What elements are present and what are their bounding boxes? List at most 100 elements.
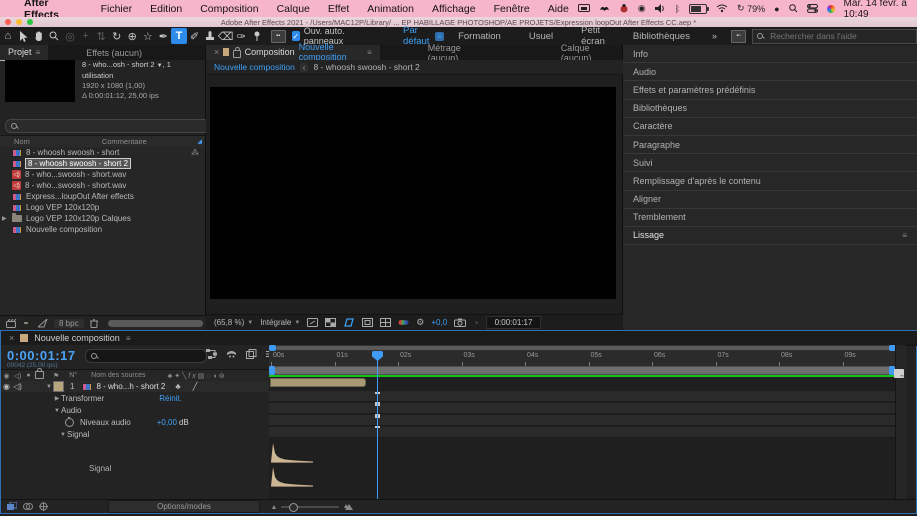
waveform-group-label[interactable]: Signal [67,430,89,439]
menu-fichier[interactable]: Fichier [92,3,142,15]
pan-behind-tool-icon[interactable]: ⊕ [125,28,141,44]
eraser-tool-icon[interactable]: ⌫ [218,28,234,44]
toggle-in-out-icon[interactable] [39,502,48,511]
panel-menu-icon[interactable]: ≡ [902,231,907,240]
zoom-in-mountain-icon[interactable] [345,504,353,510]
puppet-pin-tool-icon[interactable] [249,28,265,44]
spotlight-icon[interactable] [789,4,798,13]
control-center-icon[interactable] [807,4,818,13]
pen-tool-icon[interactable]: ✒ [156,28,172,44]
battery-icon[interactable] [689,4,707,14]
layer-quality-switch[interactable]: ╱ [193,382,198,391]
sidebar-panel-audio[interactable]: Audio [623,63,917,81]
clone-stamp-tool-icon[interactable] [202,28,218,44]
menu-affichage[interactable]: Affichage [423,3,485,15]
exposure-value[interactable]: +0,0 [431,318,447,327]
work-area-bar[interactable] [269,366,906,375]
workspace-overflow-chevron[interactable]: » [712,31,717,41]
timeline-tab-label[interactable]: Nouvelle composition [34,333,120,343]
layer-name[interactable]: 8 - who...h - short 2 [96,382,165,391]
project-item[interactable]: 8 - whoosh swoosh - short 2 [0,158,205,169]
panel-menu-icon[interactable]: ≡ [367,48,372,57]
stopwatch-icon[interactable] [65,418,74,427]
tab-metrage[interactable]: Métrage (aucun) [420,45,493,60]
sidebar-panel-paragraphe[interactable]: Paragraphe [623,136,917,154]
project-horizontal-scrollbar[interactable] [108,320,203,327]
composition-tab-target[interactable]: Nouvelle composition [299,42,363,62]
column-number[interactable]: N° [69,372,77,379]
audio-twirl-icon[interactable]: ▼ [53,408,61,414]
column-resize-corner[interactable]: ◢ [197,138,202,145]
breadcrumb-back-icon[interactable]: ‹ [300,63,309,72]
timeline-search-input[interactable] [101,351,190,362]
project-item-label[interactable]: Logo VEP 120x120p Calques [26,214,131,223]
bit-depth-button[interactable]: 8 bpc [54,319,84,328]
project-item[interactable]: ◁)8 - who...swoosh - short.wav [0,169,205,180]
project-item[interactable]: ▶ Logo VEP 120x120p Calques [0,213,205,224]
auto-open-panels-checkbox[interactable]: ✓ [292,31,300,41]
roto-brush-tool-icon[interactable]: ✑ [233,28,249,44]
interpret-footage-icon[interactable] [6,319,18,328]
zoom-slider-knob[interactable] [289,503,298,512]
sidebar-panel-remplissage-d-apr-s-le-contenu[interactable]: Remplissage d'après le contenu [623,172,917,190]
options-modes-toggle[interactable]: Options/modes [108,500,260,513]
toggle-layer-switches-icon[interactable] [7,502,17,511]
audio-group-label[interactable]: Audio [61,406,81,415]
sidebar-panel-lissage[interactable]: Lissage≡ [623,227,917,245]
sync-status-icon[interactable]: ↻ 79% [737,3,765,14]
shy-layers-icon[interactable] [226,349,237,359]
tab-calque[interactable]: Calque (aucun) [553,45,622,60]
project-settings-icon[interactable] [38,319,48,328]
close-tab-icon[interactable]: × [214,47,219,57]
transform-twirl-icon[interactable]: ▶ [53,395,61,402]
navigator-thumb[interactable] [276,346,899,350]
composition-stage[interactable] [210,87,616,299]
menu-edition[interactable]: Edition [141,3,191,15]
magnification-dropdown[interactable]: (65,8 %)▼ [214,318,253,327]
color-wheel-icon[interactable] [827,5,835,13]
hand-tool-icon[interactable] [31,28,47,44]
layer-shy-switch[interactable]: ♣ [175,382,180,391]
transform-label[interactable]: Transformer [61,394,104,403]
tab-effets[interactable]: Effets (aucun) [78,45,150,60]
current-timecode[interactable]: 0:00:01:17 [7,348,76,363]
pan-camera-tool-icon[interactable]: + [78,28,94,44]
new-composition-icon[interactable] [30,319,32,329]
project-item-label[interactable]: 8 - whoosh swoosh - short [26,148,119,157]
project-item[interactable]: Nouvelle composition [0,224,205,235]
project-item-label[interactable]: Express...loupOut After effects [26,192,134,201]
layer-audio-icon[interactable]: ◁) [12,382,23,391]
workspace-menu-icon[interactable]: ≡ [435,32,444,41]
workspace-tab-usuel[interactable]: Usuel [515,31,567,42]
work-area-start-handle[interactable] [269,366,275,375]
sidebar-panel-biblioth-ques[interactable]: Bibliothèques [623,100,917,118]
frame-blending-icon[interactable] [246,349,257,359]
zoom-tool-icon[interactable] [47,28,63,44]
utility-app-icon[interactable]: ● [774,4,779,14]
menu-calque[interactable]: Calque [268,3,319,15]
layer-label-swatch[interactable] [53,381,64,392]
viewer-timecode[interactable]: 0:00:01:17 [486,316,542,329]
transform-reset-link[interactable]: Réinit. [159,394,182,403]
timeline-search-box[interactable] [85,349,207,363]
snapshot-panel-icon[interactable]: ▪▪ [271,30,286,43]
shape-tool-icon[interactable]: ☆ [140,28,156,44]
project-item[interactable]: 8 - whoosh swoosh - short⁂ [0,147,205,158]
trash-icon[interactable] [90,319,98,328]
project-item-label[interactable]: 8 - who...swoosh - short.wav [25,181,126,190]
sidebar-panel-suivi[interactable]: Suivi [623,154,917,172]
project-search-input[interactable] [21,121,185,132]
proportional-grid-icon[interactable] [380,318,391,327]
ladybug-app-icon[interactable] [619,4,629,13]
menu-effet[interactable]: Effet [319,3,358,15]
close-tab-icon[interactable]: × [9,333,14,343]
menu-composition[interactable]: Composition [191,3,267,15]
audio-levels-value[interactable]: +0,00 [157,418,177,427]
current-time-indicator-line[interactable] [377,351,378,499]
breadcrumb-current[interactable]: Nouvelle composition [214,62,295,72]
mini-flowchart-icon[interactable] [206,349,217,359]
brush-tool-icon[interactable]: ✐ [187,28,203,44]
help-search-box[interactable] [752,29,917,44]
project-item[interactable]: Express...loupOut After effects [0,191,205,202]
folder-expander-icon[interactable]: ▶ [2,215,8,222]
